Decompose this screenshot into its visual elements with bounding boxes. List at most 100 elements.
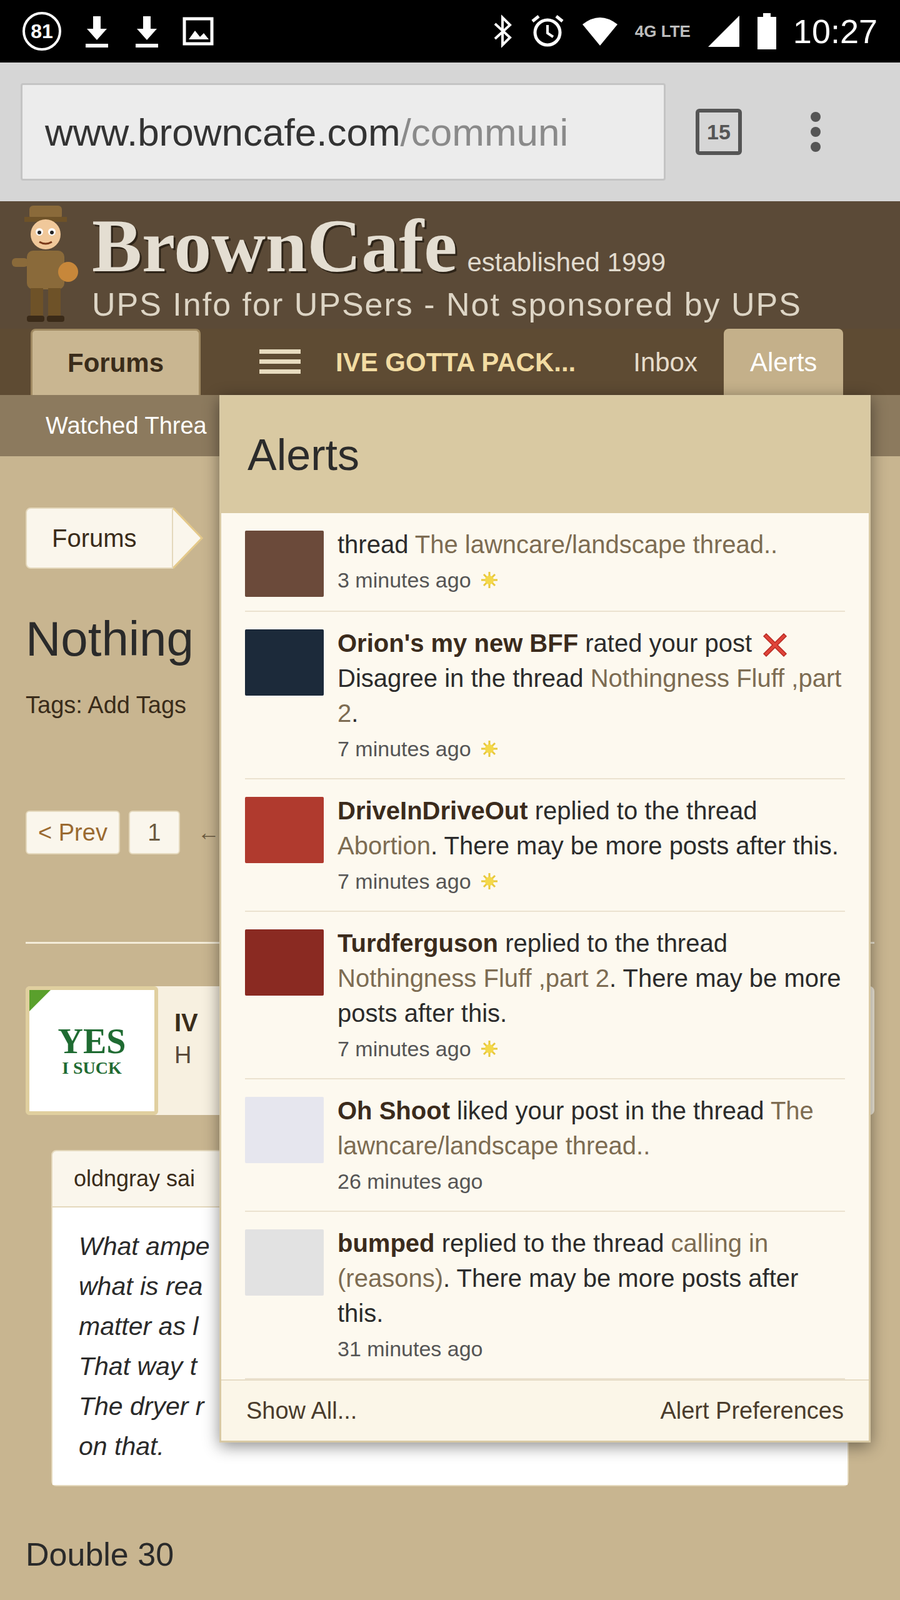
bluetooth-icon <box>492 13 514 49</box>
site-brand: BrownCafeestablished 1999UPS Info for UP… <box>91 208 802 325</box>
alert-preferences-link[interactable]: Alert Preferences <box>660 1393 844 1429</box>
menu-icon[interactable] <box>259 328 301 395</box>
unread-star-icon <box>480 1039 499 1059</box>
alert-time-row: 7 minutes ago <box>337 1033 845 1065</box>
thread-title: Nothing <box>25 608 217 669</box>
established: established 1999 <box>466 242 666 282</box>
alert-body: thread The lawncare/landscape thread..3 … <box>337 526 845 597</box>
alert-avatar[interactable] <box>245 1229 324 1296</box>
post-title: H <box>174 1038 199 1072</box>
alert-text-part: replied to the thread <box>498 929 728 957</box>
nav-bar: Forums IVE GOTTA PACK... InboxAlerts <box>0 328 900 395</box>
alert-time-row: 7 minutes ago <box>337 865 845 897</box>
alert-avatar[interactable] <box>245 1096 324 1164</box>
post-author[interactable]: IV <box>174 1006 199 1039</box>
alert-item[interactable]: Orion's my new BFF rated your post Disag… <box>245 611 845 780</box>
alert-user[interactable]: Orion's my new BFF <box>337 629 579 657</box>
alert-item[interactable]: bumped replied to the thread calling in … <box>245 1211 845 1380</box>
alert-avatar[interactable] <box>245 929 324 996</box>
alert-time-row: 26 minutes ago <box>337 1165 845 1197</box>
wifi-icon <box>581 15 619 47</box>
nav-label: IVE GOTTA PACK... <box>335 342 576 382</box>
url-domain: www.browncafe.com <box>45 103 401 162</box>
alert-time: 3 minutes ago <box>337 564 472 596</box>
post-avatar[interactable]: YESI SUCK <box>25 986 159 1115</box>
url-field[interactable]: www.browncafe.com/communi <box>20 83 666 181</box>
page-button[interactable]: 1 <box>128 810 180 855</box>
nav-tab[interactable]: Forums <box>30 328 201 395</box>
alert-text-part: . There may be more posts after this. <box>430 831 839 860</box>
alerts-title: Alerts <box>221 396 869 514</box>
unread-star-icon <box>480 871 499 891</box>
alert-time-row: 3 minutes ago <box>337 564 845 596</box>
alert-text: thread The lawncare/landscape thread.. <box>337 526 845 562</box>
alert-text: Oh Shoot liked your post in the thread T… <box>337 1093 845 1164</box>
alert-time: 7 minutes ago <box>337 865 472 897</box>
alert-text-part: replied to the thread <box>435 1229 672 1257</box>
alert-user[interactable]: Oh Shoot <box>337 1096 450 1125</box>
alerts-list: thread The lawncare/landscape thread..3 … <box>221 513 869 1380</box>
alert-user[interactable]: bumped <box>337 1229 435 1257</box>
alert-time: 7 minutes ago <box>337 1033 472 1065</box>
more-pages[interactable]: ← <box>197 815 220 850</box>
tagline: UPS Info for UPSers - Not sponsored by U… <box>91 283 802 325</box>
alert-time-row: 7 minutes ago <box>337 733 845 765</box>
alert-text-part: . <box>351 699 359 727</box>
alert-text-part: Disagree in the thread <box>337 664 591 692</box>
alert-thread-link[interactable]: Nothingness Fluff ,part 2 <box>337 964 610 992</box>
nav-tab[interactable]: Alerts <box>723 328 844 395</box>
disagree-icon <box>761 631 789 659</box>
download-icon <box>82 13 112 49</box>
alert-avatar[interactable] <box>245 629 324 696</box>
alert-body: Oh Shoot liked your post in the thread T… <box>337 1093 845 1197</box>
more-icon[interactable] <box>809 111 822 153</box>
site-header: BrownCafeestablished 1999UPS Info for UP… <box>0 201 900 329</box>
brand-row: BrownCafeestablished 1999 <box>91 208 802 284</box>
alert-item[interactable]: Oh Shoot liked your post in the thread T… <box>245 1079 845 1212</box>
status-bar: 81 4G LTE10:27 <box>0 0 900 63</box>
alert-body: DriveInDriveOut replied to the thread Ab… <box>337 793 845 897</box>
sub-nav-clip: Watched Threa <box>45 408 216 444</box>
alert-user[interactable]: Turdferguson <box>337 929 499 957</box>
alert-item[interactable]: DriveInDriveOut replied to the thread Ab… <box>245 779 845 912</box>
alert-item[interactable]: Turdferguson replied to the thread Nothi… <box>245 911 845 1080</box>
breadcrumb-item[interactable]: Forums <box>25 507 174 569</box>
alert-body: bumped replied to the thread calling in … <box>337 1225 845 1365</box>
online-marker <box>29 990 51 1012</box>
show-all-link[interactable]: Show All... <box>246 1393 357 1429</box>
alert-thread-link[interactable]: Abortion <box>337 831 431 860</box>
alarm-icon <box>530 13 565 49</box>
title-clip: Nothing <box>25 608 217 669</box>
nav-tab[interactable]: Inbox <box>606 328 724 395</box>
avatar-text: YES <box>58 1023 127 1059</box>
site-name[interactable]: BrownCafe <box>91 208 457 284</box>
notification-count: 81 <box>22 11 62 51</box>
alert-body: Orion's my new BFF rated your post Disag… <box>337 625 845 765</box>
prev-button[interactable]: < Prev <box>25 810 120 855</box>
alert-text-part: replied to the thread <box>528 796 758 825</box>
tab-count[interactable]: 15 <box>695 108 742 155</box>
alert-time: 26 minutes ago <box>337 1165 484 1197</box>
watched-threads-link[interactable]: Watched Threa <box>45 412 207 439</box>
alert-avatar[interactable] <box>245 796 324 864</box>
status-right: 4G LTE10:27 <box>492 13 878 50</box>
breadcrumb-label: Forums <box>51 519 137 557</box>
alert-time: 31 minutes ago <box>337 1333 484 1365</box>
mascot-icon <box>8 201 84 325</box>
alerts-panel: Alerts thread The lawncare/landscape thre… <box>219 395 871 1443</box>
clock: 10:27 <box>793 14 878 49</box>
alert-item[interactable]: thread The lawncare/landscape thread..3 … <box>245 513 845 612</box>
browser-bar: www.browncafe.com/communi 15 <box>0 62 900 202</box>
reply-text: Double 30 <box>25 1530 875 1579</box>
nav-tab[interactable]: IVE GOTTA PACK... <box>335 328 576 395</box>
alert-avatar[interactable] <box>245 530 324 597</box>
alert-user[interactable]: DriveInDriveOut <box>337 796 529 825</box>
alert-text-part: rated your post <box>578 629 759 657</box>
post-author-block: IVH <box>174 1000 199 1072</box>
chevron-icon <box>173 507 205 569</box>
image-icon <box>182 16 214 46</box>
alert-time: 7 minutes ago <box>337 733 472 765</box>
alert-text: Turdferguson replied to the thread Nothi… <box>337 925 845 1031</box>
alert-thread-link[interactable]: The lawncare/landscape thread.. <box>415 530 778 559</box>
alert-text: Orion's my new BFF rated your post Disag… <box>337 625 845 731</box>
